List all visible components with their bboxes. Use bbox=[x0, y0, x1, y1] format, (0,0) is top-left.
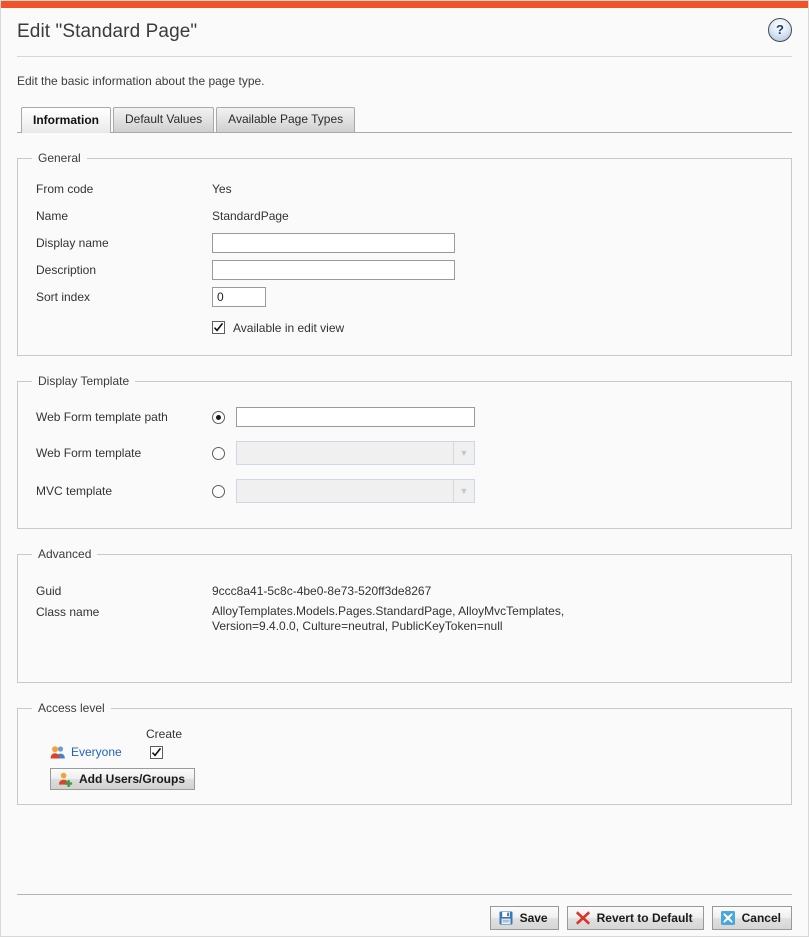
web-form-template-label: Web Form template bbox=[36, 446, 142, 460]
mvc-template-radio[interactable] bbox=[212, 484, 225, 498]
create-column-header: Create bbox=[146, 727, 183, 741]
add-users-groups-button[interactable]: Add Users/Groups bbox=[50, 768, 196, 790]
row-description: Description bbox=[18, 256, 791, 283]
help-icon-label: ? bbox=[776, 22, 784, 37]
footer-divider bbox=[17, 894, 792, 895]
mvc-template-label: MVC template bbox=[36, 484, 113, 498]
mvc-template-select-wrap: ▼ bbox=[236, 479, 475, 503]
web-form-template-select-wrap: ▼ bbox=[236, 441, 475, 465]
page-content: Edit "Standard Page" ? Edit the basic in… bbox=[1, 8, 808, 936]
class-name-value: AlloyTemplates.Models.Pages.StandardPage… bbox=[212, 604, 565, 633]
row-guid: Guid 9ccc8a41-5c8c-4be0-8e73-520ff3de826… bbox=[18, 577, 791, 604]
display-template-legend: Display Template bbox=[38, 374, 130, 388]
cancel-button[interactable]: Cancel bbox=[711, 906, 792, 930]
revert-to-default-button-label: Revert to Default bbox=[596, 911, 693, 925]
access-level-principal-link[interactable]: Everyone bbox=[71, 745, 122, 759]
tab-default-values[interactable]: Default Values bbox=[113, 107, 215, 132]
web-form-template-path-radio[interactable] bbox=[212, 410, 225, 424]
access-level-create-checkbox[interactable] bbox=[150, 745, 163, 759]
access-level-principal: Everyone bbox=[50, 744, 146, 760]
access-level-legend: Access level bbox=[38, 701, 105, 715]
add-users-groups-label: Add Users/Groups bbox=[79, 772, 186, 786]
row-class-name: Class name AlloyTemplates.Models.Pages.S… bbox=[18, 604, 791, 634]
display-name-input[interactable] bbox=[212, 232, 455, 253]
row-display-name: Display name bbox=[18, 229, 791, 256]
save-floppy-icon bbox=[498, 910, 514, 926]
sort-index-label: Sort index bbox=[36, 289, 91, 304]
add-user-icon bbox=[57, 771, 73, 787]
footer-actions: Save Revert to Default Cancel bbox=[489, 906, 792, 930]
name-value: StandardPage bbox=[212, 208, 289, 223]
web-form-template-radio[interactable] bbox=[212, 446, 225, 460]
guid-value: 9ccc8a41-5c8c-4be0-8e73-520ff3de8267 bbox=[212, 583, 432, 598]
sort-index-input[interactable] bbox=[212, 286, 266, 307]
display-name-label: Display name bbox=[36, 235, 109, 250]
advanced-panel: Advanced Guid 9ccc8a41-5c8c-4be0-8e73-52… bbox=[17, 547, 792, 683]
page-header: Edit "Standard Page" ? bbox=[17, 8, 792, 57]
from-code-label: From code bbox=[36, 181, 94, 196]
row-web-form-template-path: Web Form template path bbox=[18, 400, 791, 434]
display-template-panel: Display Template Web Form template path … bbox=[17, 374, 792, 529]
red-x-icon bbox=[575, 910, 591, 926]
guid-label: Guid bbox=[36, 583, 62, 598]
row-sort-index: Sort index bbox=[18, 283, 791, 310]
intro-text: Edit the basic information about the pag… bbox=[17, 74, 265, 88]
cancel-button-label: Cancel bbox=[741, 911, 781, 925]
tab-available-page-types[interactable]: Available Page Types bbox=[216, 107, 356, 132]
blue-x-icon bbox=[720, 910, 736, 926]
save-button[interactable]: Save bbox=[489, 906, 559, 930]
advanced-legend: Advanced bbox=[38, 547, 92, 561]
web-form-template-path-input[interactable] bbox=[236, 407, 475, 427]
class-name-label: Class name bbox=[36, 605, 100, 619]
tab-information[interactable]: Information bbox=[21, 107, 111, 133]
access-level-panel: Access level Create Everyone Add Users/G… bbox=[17, 701, 792, 805]
general-panel: General From code Yes Name StandardPage … bbox=[17, 151, 792, 356]
accent-bar bbox=[1, 1, 808, 8]
row-mvc-template: MVC template ▼ bbox=[18, 472, 791, 510]
general-legend: General bbox=[38, 151, 81, 165]
row-available-in-edit-view: Available in edit view bbox=[18, 314, 791, 341]
from-code-value: Yes bbox=[212, 181, 232, 196]
web-form-template-select[interactable] bbox=[236, 441, 475, 465]
access-level-create-cell bbox=[146, 745, 190, 759]
row-web-form-template: Web Form template ▼ bbox=[18, 434, 791, 472]
name-label: Name bbox=[36, 208, 69, 223]
available-in-edit-view-label: Available in edit view bbox=[233, 320, 345, 335]
page-root: Edit "Standard Page" ? Edit the basic in… bbox=[0, 0, 809, 937]
web-form-template-path-label: Web Form template path bbox=[36, 410, 168, 424]
access-level-row: Everyone bbox=[18, 744, 791, 760]
save-button-label: Save bbox=[519, 911, 548, 925]
row-name: Name StandardPage bbox=[18, 202, 791, 229]
row-from-code: From code Yes bbox=[18, 175, 791, 202]
revert-to-default-button[interactable]: Revert to Default bbox=[566, 906, 704, 930]
page-title: Edit "Standard Page" bbox=[17, 21, 198, 42]
description-label: Description bbox=[36, 262, 97, 277]
available-in-edit-view-checkbox[interactable] bbox=[212, 321, 225, 334]
users-group-icon bbox=[50, 744, 66, 760]
description-input[interactable] bbox=[212, 259, 455, 280]
mvc-template-select[interactable] bbox=[236, 479, 475, 503]
help-icon[interactable]: ? bbox=[768, 18, 792, 42]
tab-bar: Information Default Values Available Pag… bbox=[17, 107, 792, 133]
